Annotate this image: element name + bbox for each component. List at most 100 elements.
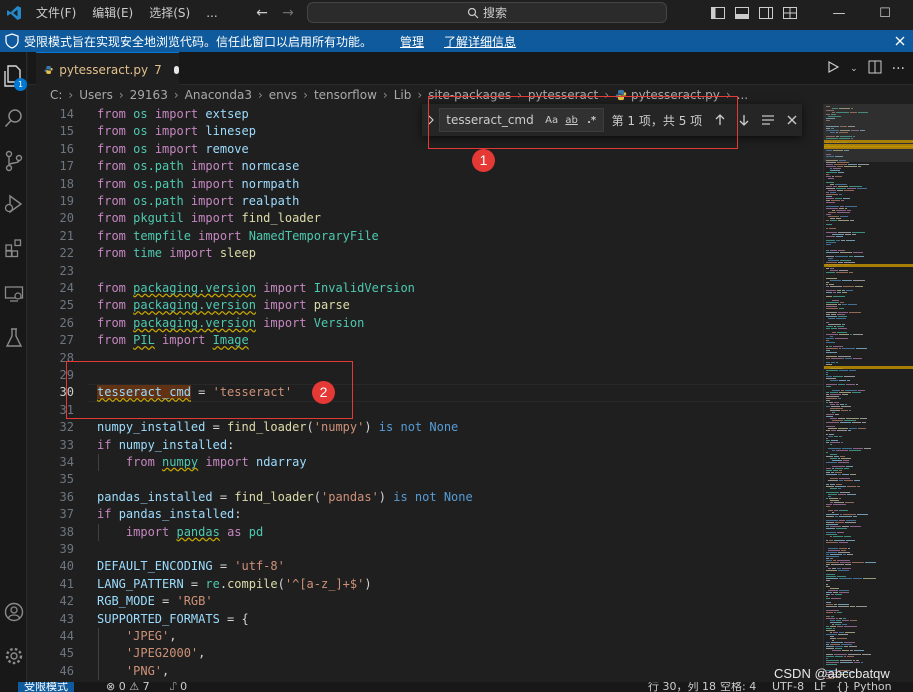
breadcrumb-item[interactable]: tensorflow (314, 88, 377, 102)
code-line[interactable]: 27 from PIL import Image (28, 332, 823, 349)
customize-layout-icon[interactable] (780, 3, 800, 23)
more-actions-icon[interactable]: ··· (892, 61, 905, 77)
code-line[interactable]: 44 'JPEG', (28, 628, 823, 645)
code-line[interactable]: 17 from os.path import normcase (28, 158, 823, 175)
restricted-mode-status[interactable]: 受限模式 (18, 682, 74, 692)
eol-status[interactable]: LF (814, 682, 826, 692)
code-line[interactable]: 38 import pandas as pd (28, 524, 823, 541)
forward-arrow-icon[interactable]: → (278, 5, 298, 21)
remote-explorer-icon[interactable] (0, 274, 27, 314)
minimap-mark (826, 470, 832, 471)
minimap-mark (833, 376, 843, 377)
run-debug-icon[interactable] (0, 184, 27, 224)
banner-manage-link[interactable]: 管理 (400, 33, 424, 50)
code-line[interactable]: 20 from pkgutil import find_loader (28, 210, 823, 227)
banner-close-icon[interactable] (891, 32, 909, 50)
close-find-icon[interactable] (782, 110, 802, 130)
code-line[interactable]: 33 if numpy_installed: (28, 437, 823, 454)
settings-gear-icon[interactable] (0, 636, 27, 676)
minimap-mark (835, 468, 843, 469)
code-line[interactable]: 40 DEFAULT_ENCODING = 'utf-8' (28, 558, 823, 575)
source-control-icon[interactable] (0, 141, 27, 181)
testing-flask-icon[interactable] (0, 318, 27, 358)
code-line[interactable]: 34 from numpy import ndarray (28, 454, 823, 471)
minimap-mark (826, 430, 830, 431)
unsaved-dot-icon[interactable] (173, 65, 179, 74)
minimap-mark (834, 436, 838, 437)
minimap-mark (838, 474, 841, 475)
breadcrumb-item[interactable]: Users (79, 88, 113, 102)
minimap-mark (844, 420, 856, 421)
code-line[interactable]: 42 RGB_MODE = 'RGB' (28, 593, 823, 610)
code-line[interactable]: 46 'PNG', (28, 663, 823, 680)
minimap-mark (839, 590, 849, 591)
code-line[interactable]: 24 from packaging.version import InvalidV… (28, 280, 823, 297)
code-line[interactable]: 45 'JPEG2000', (28, 645, 823, 662)
code-line[interactable]: 41 LANG_PATTERN = re.compile('^[a-z_]+$') (28, 576, 823, 593)
cursor-position-status[interactable]: 行 30，列 18 (648, 682, 716, 692)
minimap-mark (826, 278, 837, 279)
language-status[interactable]: {} Python (836, 682, 892, 692)
code-line[interactable]: 35 (28, 471, 823, 488)
encoding-status[interactable]: UTF-8 (772, 682, 804, 692)
breadcrumb-item[interactable]: C: (50, 88, 62, 102)
breadcrumb-item[interactable]: ... (737, 88, 748, 102)
code-line[interactable]: 21 from tempfile import NamedTemporaryFil… (28, 228, 823, 245)
code-line[interactable]: 25 from packaging.version import parse (28, 297, 823, 314)
minimap-mark (833, 632, 838, 633)
account-icon[interactable] (0, 592, 27, 632)
breadcrumb-item[interactable]: Lib (394, 88, 412, 102)
code-line[interactable]: 22 from time import sleep (28, 245, 823, 262)
breadcrumb-item[interactable]: Anaconda3 (185, 88, 252, 102)
minimap-mark (853, 660, 855, 661)
minimap-mark (833, 346, 843, 347)
minimap-mark (826, 256, 834, 257)
extensions-icon[interactable] (0, 228, 27, 268)
code-line[interactable]: 32 numpy_installed = find_loader('numpy')… (28, 419, 823, 436)
run-dropdown-chevron-icon[interactable]: ⌄ (850, 64, 858, 74)
minimap-mark (839, 542, 848, 543)
code-line[interactable]: 36 pandas_installed = find_loader('pandas… (28, 489, 823, 506)
find-in-selection-icon[interactable] (758, 110, 778, 130)
search-icon[interactable] (0, 98, 27, 138)
problems-status[interactable]: ⊗ 0 ⚠ 7 (106, 682, 150, 692)
indentation-status[interactable]: 空格: 4 (720, 682, 756, 692)
line-number: 43 (59, 611, 74, 626)
breadcrumb-item[interactable]: 29163 (130, 88, 168, 102)
breadcrumb-item[interactable]: envs (269, 88, 297, 102)
restricted-mode-banner: 受限模式旨在实现安全地浏览代码。信任此窗口以启用所有功能。 管理 了解详细信息 (0, 30, 913, 52)
minimap-mark (839, 380, 846, 381)
code-line[interactable]: 26 from packaging.version import Version (28, 315, 823, 332)
split-editor-icon[interactable] (868, 60, 882, 77)
menu-file[interactable]: 文件(F) (28, 0, 84, 26)
menu-selection[interactable]: 选择(S) (141, 0, 198, 26)
code-line[interactable]: 39 (28, 541, 823, 558)
banner-learn-more-link[interactable]: 了解详细信息 (444, 33, 516, 50)
minimap[interactable] (823, 104, 913, 682)
explorer-icon[interactable]: 1 (0, 56, 27, 96)
toggle-sidebar-icon[interactable] (708, 3, 728, 23)
menu-more[interactable]: ... (198, 0, 225, 26)
code-line[interactable]: 37 if pandas_installed: (28, 506, 823, 523)
minimize-icon[interactable]: — (816, 0, 862, 26)
minimap-mark (826, 594, 830, 595)
run-file-icon[interactable] (826, 60, 840, 77)
minimap-mark (847, 210, 851, 211)
minimap-mark (826, 566, 828, 567)
code-line[interactable]: 23 (28, 263, 823, 280)
code-line[interactable]: 18 from os.path import normpath (28, 176, 823, 193)
code-line[interactable]: 43 SUPPORTED_FORMATS = { (28, 611, 823, 628)
toggle-panel-icon[interactable] (732, 3, 752, 23)
command-center-search[interactable]: 搜索 (307, 2, 667, 23)
code-line[interactable]: 19 from os.path import realpath (28, 193, 823, 210)
line-number: 39 (59, 542, 74, 556)
ports-status[interactable]: ⑀ 0 (170, 682, 187, 692)
maximize-icon[interactable]: ☐ (862, 0, 908, 26)
menu-edit[interactable]: 编辑(E) (84, 0, 141, 26)
back-arrow-icon[interactable]: ← (252, 5, 272, 21)
minimap-mark (828, 258, 833, 259)
minimap-mark (841, 406, 851, 407)
toggle-secondary-sidebar-icon[interactable] (756, 3, 776, 23)
tab-pytesseract[interactable]: pytesseract.py 7 (36, 52, 179, 86)
minimap-mark (826, 402, 828, 403)
